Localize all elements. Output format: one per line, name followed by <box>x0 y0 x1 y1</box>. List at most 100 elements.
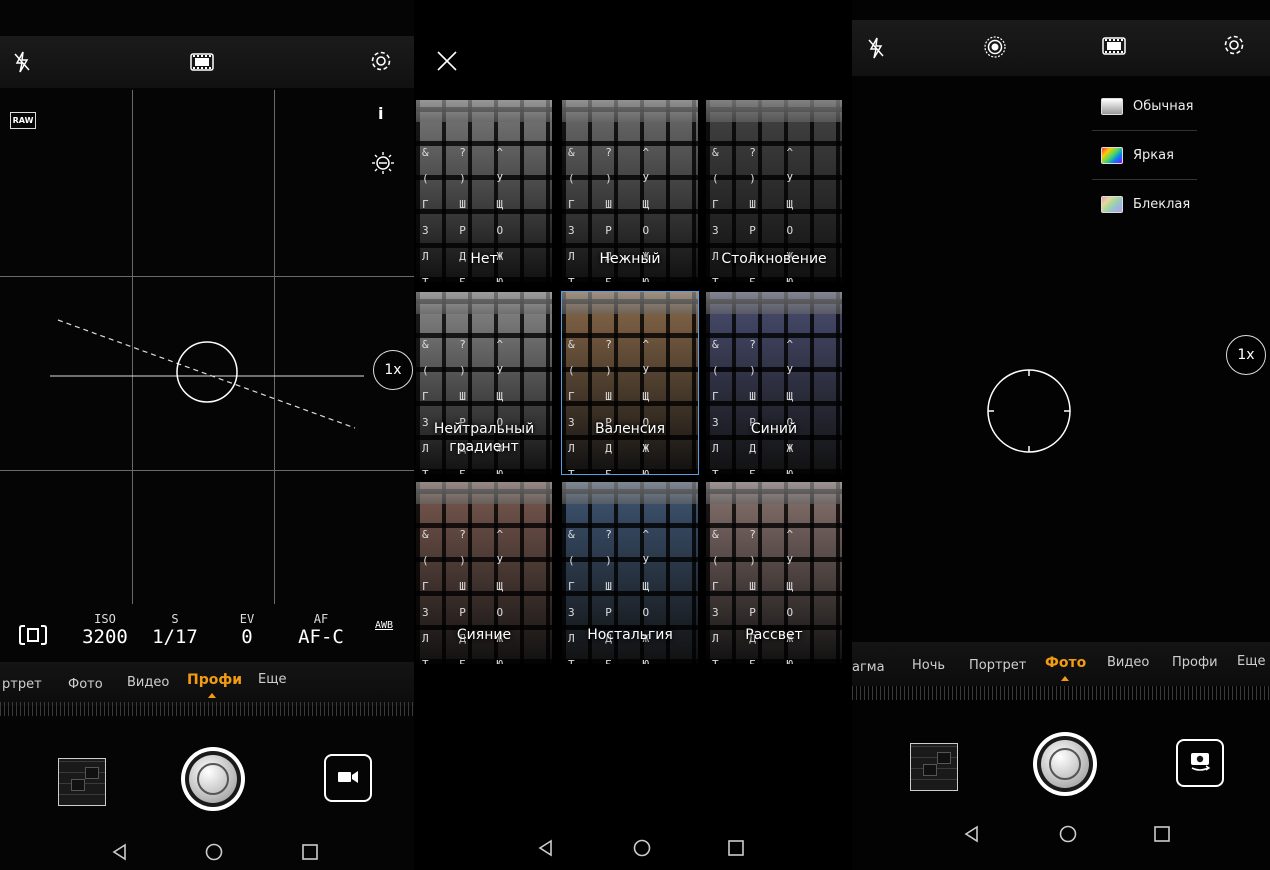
switch-camera-button[interactable] <box>1176 739 1224 787</box>
filter-option[interactable]: & ? ^ ( ) У Г Ш Щ З Р О Л Д Ж Т Б ЮВален… <box>561 291 699 475</box>
af-label: AF <box>313 612 329 626</box>
shutter-button[interactable] <box>1033 732 1097 796</box>
pro-settings-bar: ISO 3200 S 1/17 EV 0 AF AF-C AWB <box>0 604 414 662</box>
flash-off-icon[interactable] <box>10 50 34 74</box>
color-swatch-icon <box>1101 195 1123 213</box>
color-swatch-icon <box>1101 146 1123 164</box>
gallery-thumbnail[interactable] <box>910 743 958 791</box>
info-button[interactable]: i <box>378 104 383 123</box>
filter-label: Рассвет <box>745 627 803 643</box>
gallery-thumbnail[interactable] <box>58 758 106 806</box>
filter-option[interactable]: & ? ^ ( ) У Г Ш Щ З Р О Л Д Ж Т Б ЮНоста… <box>562 482 698 664</box>
home-nav-icon[interactable] <box>204 842 224 862</box>
filter-option[interactable]: & ? ^ ( ) У Г Ш Щ З Р О Л Д Ж Т Б ЮНет <box>416 100 552 282</box>
filter-preview-highlight <box>706 292 842 314</box>
shutter-speed-value: 1/17 <box>152 626 198 648</box>
home-nav-icon[interactable] <box>632 838 652 858</box>
film-filter-icon[interactable] <box>189 50 215 74</box>
gear-icon[interactable] <box>1221 32 1247 58</box>
zoom-button[interactable]: 1x <box>1226 335 1266 375</box>
color-mode-vivid[interactable]: Яркая <box>1092 131 1197 180</box>
mode-video[interactable]: Видео <box>1107 655 1149 670</box>
filter-option[interactable]: & ? ^ ( ) У Г Ш Щ З Р О Л Д Ж Т Б ЮСияни… <box>416 482 552 664</box>
recents-nav-icon[interactable] <box>1152 824 1172 844</box>
system-nav-bar <box>414 822 852 870</box>
mode-portrait[interactable]: Портрет <box>969 658 1026 673</box>
exposure-meter-icon[interactable] <box>370 150 396 176</box>
mode-video[interactable]: Видео <box>127 675 169 690</box>
mode-aperture[interactable]: агма <box>852 660 885 675</box>
color-swatch-icon <box>1101 97 1123 115</box>
color-mode-label: Обычная <box>1133 98 1194 114</box>
top-toolbar <box>852 20 1270 76</box>
filter-preview-highlight <box>562 100 698 122</box>
filter-label: Нет <box>470 251 498 267</box>
back-nav-icon[interactable] <box>962 824 982 844</box>
mode-pro[interactable]: Профи <box>1172 655 1218 670</box>
filter-preview-keys: & ? ^ ( ) У Г Ш Щ З Р О Л Д Ж Т Б Ю <box>568 338 662 474</box>
grid-line <box>0 276 414 277</box>
filter-option[interactable]: & ? ^ ( ) У Г Ш Щ З Р О Л Д Ж Т Б ЮНейтр… <box>416 292 552 474</box>
af-value: AF-C <box>298 626 344 648</box>
color-mode-label: Яркая <box>1133 147 1174 163</box>
mode-portrait[interactable]: ртрет <box>2 677 42 692</box>
video-record-button[interactable] <box>324 754 372 802</box>
metering-icon[interactable] <box>18 622 48 648</box>
raw-badge[interactable]: RAW <box>10 112 36 129</box>
mode-scroll-ticks <box>852 686 1270 700</box>
flash-off-icon[interactable] <box>864 36 888 60</box>
ev-setting[interactable]: EV 0 <box>220 612 274 648</box>
shutter-speed-setting[interactable]: S 1/17 <box>148 612 202 648</box>
mode-photo[interactable]: Фото <box>68 677 103 692</box>
video-camera-icon <box>338 769 358 788</box>
filter-preview-highlight <box>706 100 842 122</box>
filter-option[interactable]: & ? ^ ( ) У Г Ш Щ З Р О Л Д Ж Т Б ЮРассв… <box>706 482 842 664</box>
color-mode-label: Блеклая <box>1133 196 1191 212</box>
mode-more[interactable]: Еще <box>1237 654 1265 669</box>
filter-preview-highlight <box>562 292 698 314</box>
ev-value: 0 <box>241 626 253 648</box>
color-mode-normal[interactable]: Обычная <box>1092 82 1197 131</box>
gear-icon[interactable] <box>368 48 394 74</box>
color-mode-menu: Обычная Яркая Блеклая <box>1092 82 1197 228</box>
filter-preview-highlight <box>416 482 552 504</box>
mode-more[interactable]: Еще <box>258 672 286 687</box>
close-icon[interactable] <box>434 48 460 74</box>
back-nav-icon[interactable] <box>536 838 556 858</box>
mode-photo[interactable]: Фото <box>1045 655 1086 671</box>
pro-camera-screen: RAW i 1x ISO 3200 S 1/17 EV 0 AF AF-C AW… <box>0 0 414 870</box>
zoom-button[interactable]: 1x <box>373 350 413 390</box>
filter-preview-highlight <box>416 292 552 314</box>
active-mode-indicator <box>1061 676 1069 681</box>
filter-option[interactable]: & ? ^ ( ) У Г Ш Щ З Р О Л Д Ж Т Б ЮСиний <box>706 292 842 474</box>
mode-pro[interactable]: Профи <box>187 672 242 688</box>
switch-camera-icon <box>1188 750 1212 776</box>
filter-preview-keys: & ? ^ ( ) У Г Ш Щ З Р О Л Д Ж Т Б Ю <box>712 338 806 474</box>
shutter-button[interactable] <box>181 747 245 811</box>
color-mode-faded[interactable]: Блеклая <box>1092 180 1197 228</box>
active-mode-indicator <box>208 693 216 698</box>
top-toolbar <box>0 36 414 88</box>
filter-option[interactable]: & ? ^ ( ) У Г Ш Щ З Р О Л Д Ж Т Б ЮНежны… <box>562 100 698 282</box>
recents-nav-icon[interactable] <box>300 842 320 862</box>
horizon-level-indicator <box>50 319 364 429</box>
filter-preview-highlight <box>706 482 842 504</box>
system-nav-bar <box>0 822 414 870</box>
filter-label: Ностальгия <box>587 627 673 643</box>
recents-nav-icon[interactable] <box>726 838 746 858</box>
white-balance-setting[interactable]: AWB <box>375 620 393 631</box>
iso-setting[interactable]: ISO 3200 <box>78 612 132 648</box>
aperture-mode-icon[interactable] <box>982 34 1008 60</box>
filter-label: Сияние <box>456 627 512 643</box>
filter-preview-highlight <box>416 100 552 122</box>
iso-value: 3200 <box>82 626 128 648</box>
filter-label: Нежный <box>599 251 661 267</box>
ev-label: EV <box>239 612 255 626</box>
af-setting[interactable]: AF AF-C <box>290 612 352 648</box>
home-nav-icon[interactable] <box>1058 824 1078 844</box>
back-nav-icon[interactable] <box>110 842 130 862</box>
film-filter-icon[interactable] <box>1101 34 1127 58</box>
mode-night[interactable]: Ночь <box>912 658 945 673</box>
filter-option[interactable]: & ? ^ ( ) У Г Ш Щ З Р О Л Д Ж Т Б ЮСтолк… <box>706 100 842 282</box>
filter-picker-screen: & ? ^ ( ) У Г Ш Щ З Р О Л Д Ж Т Б ЮНет& … <box>414 0 852 870</box>
